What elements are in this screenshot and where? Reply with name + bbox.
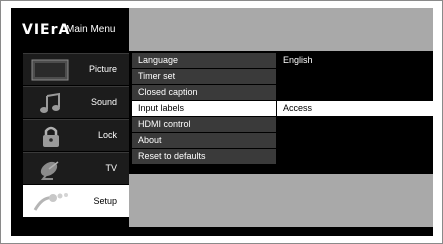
setting-value: Access xyxy=(277,101,433,116)
sidebar-nav: Picture Sound Lock TV Setup xyxy=(23,53,129,218)
settings-row-hdmi-control[interactable]: HDMI control xyxy=(132,117,433,132)
bottom-strip xyxy=(11,227,433,236)
satellite-dish-icon xyxy=(40,161,59,180)
setting-label: HDMI control xyxy=(132,117,276,132)
sidebar-item-tv[interactable]: TV xyxy=(23,152,129,184)
setup-icon xyxy=(33,193,68,211)
setting-label: About xyxy=(132,133,276,148)
tv-screen: VIErA Main Menu Picture Sound Lock TV Se… xyxy=(11,8,433,236)
settings-row-timer-set[interactable]: Timer set xyxy=(132,69,433,84)
setting-value xyxy=(277,85,433,100)
header-panel xyxy=(129,8,433,51)
sidebar-item-label: Sound xyxy=(90,97,117,107)
setting-label: Timer set xyxy=(132,69,276,84)
sidebar-item-label: Picture xyxy=(88,64,117,74)
settings-row-closed-caption[interactable]: Closed caption xyxy=(132,85,433,100)
picture-icon xyxy=(31,59,69,81)
sidebar-item-sound[interactable]: Sound xyxy=(23,86,129,118)
settings-row-reset-to-defaults[interactable]: Reset to defaults xyxy=(132,149,433,164)
screenshot-frame: VIErA Main Menu Picture Sound Lock TV Se… xyxy=(0,0,443,244)
setting-label: Closed caption xyxy=(132,85,276,100)
settings-row-language[interactable]: Language English xyxy=(132,53,433,68)
setting-value xyxy=(277,149,433,164)
settings-row-about[interactable]: About xyxy=(132,133,433,148)
setting-label: Input labels xyxy=(132,101,276,116)
sidebar-item-label: Lock xyxy=(97,130,117,140)
sidebar-item-picture[interactable]: Picture xyxy=(23,53,129,85)
setting-value xyxy=(277,117,433,132)
setting-value xyxy=(277,133,433,148)
sidebar-item-setup[interactable]: Setup xyxy=(23,185,129,217)
setting-label: Reset to defaults xyxy=(132,149,276,164)
setting-value: English xyxy=(277,53,433,68)
settings-row-input-labels[interactable]: Input labels Access xyxy=(132,101,433,116)
menu-title: Main Menu xyxy=(66,24,116,35)
setting-value xyxy=(277,69,433,84)
sidebar-item-label: TV xyxy=(105,163,117,173)
sidebar-item-label: Setup xyxy=(93,196,117,206)
setting-label: Language xyxy=(132,53,276,68)
sidebar-item-lock[interactable]: Lock xyxy=(23,119,129,151)
padlock-icon xyxy=(43,126,59,147)
viera-logo: VIErA xyxy=(22,22,71,38)
footer-panel xyxy=(129,174,433,227)
settings-list: Language English Timer set Closed captio… xyxy=(132,53,433,165)
music-note-icon xyxy=(40,92,60,113)
